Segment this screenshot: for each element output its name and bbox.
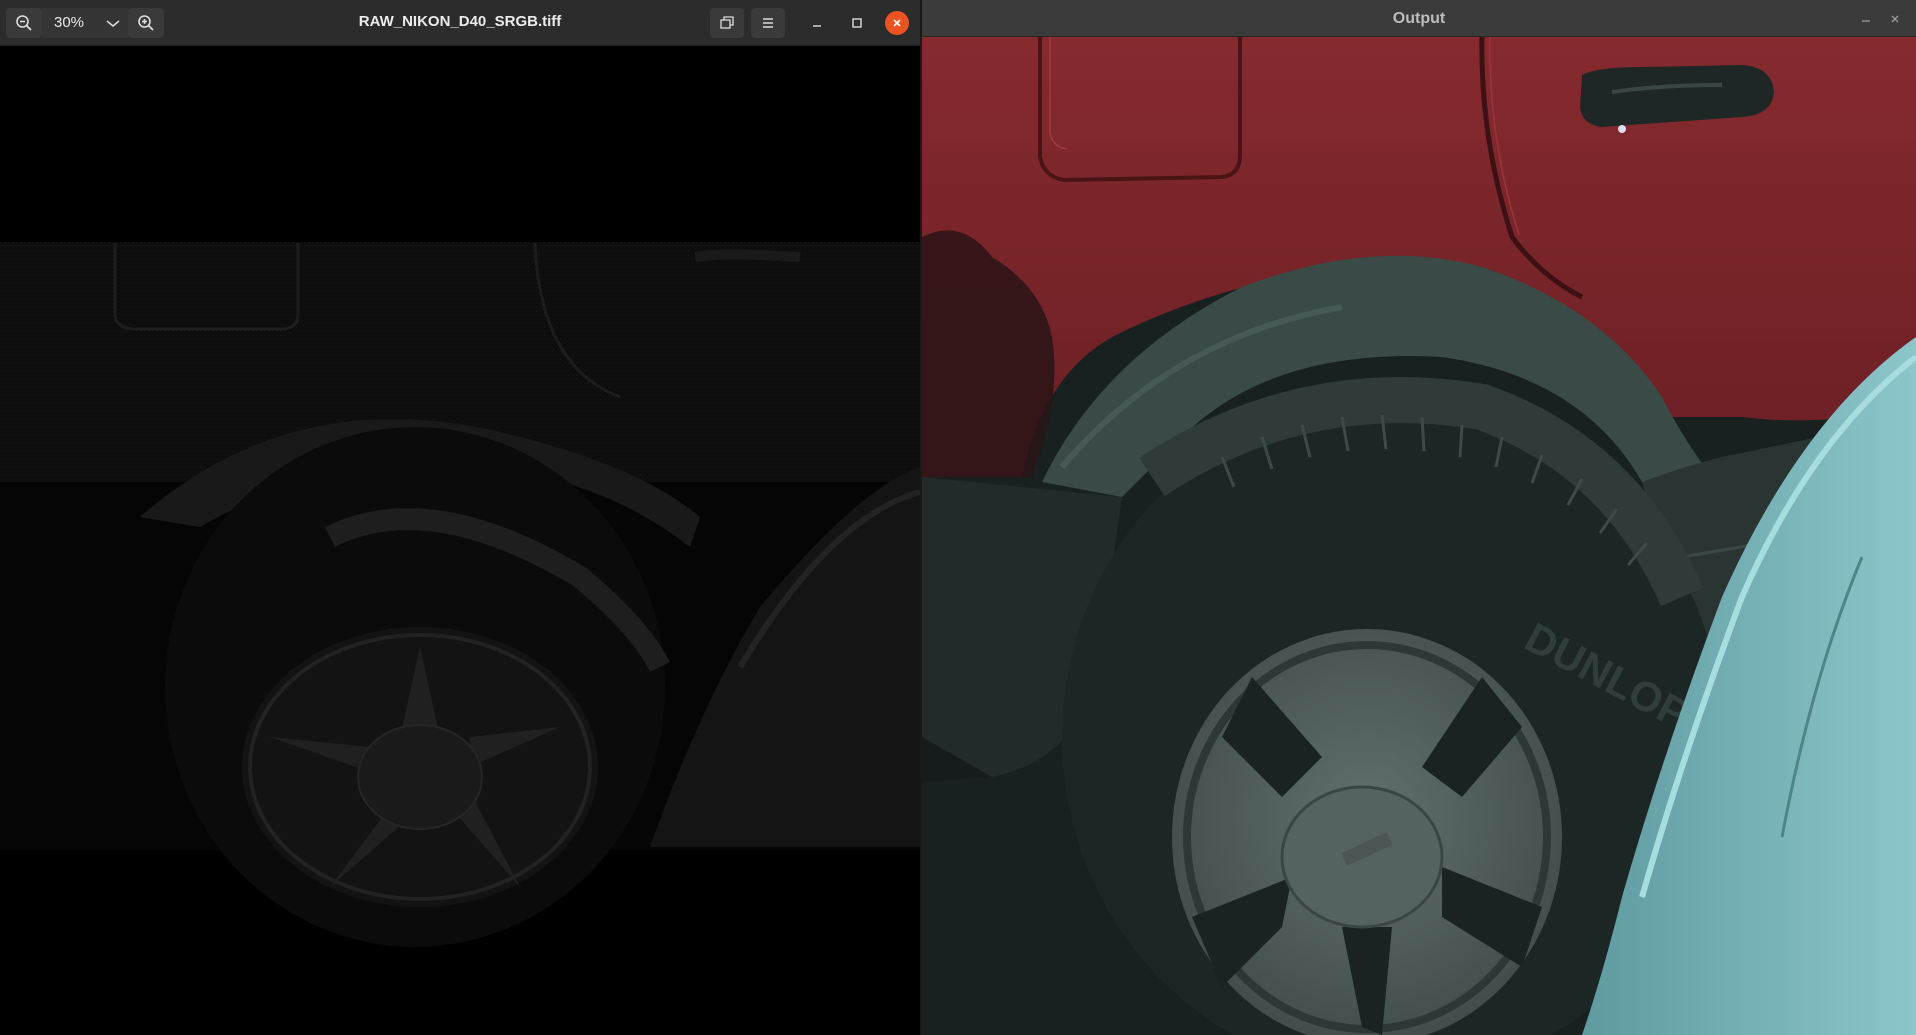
minimize-icon bbox=[1862, 20, 1870, 22]
zoom-in-icon bbox=[138, 15, 154, 31]
maximize-button[interactable] bbox=[845, 11, 869, 35]
car-photo: DUNLOP bbox=[922, 36, 1916, 1035]
image-canvas[interactable] bbox=[0, 47, 920, 1035]
raw-image bbox=[0, 242, 920, 947]
window-title: RAW_NIKON_D40_SRGB.tiff bbox=[358, 13, 562, 30]
minimize-button[interactable] bbox=[805, 11, 829, 35]
zoom-in-button[interactable] bbox=[128, 8, 164, 38]
close-icon bbox=[1891, 15, 1899, 23]
output-minimize-button[interactable] bbox=[1855, 8, 1877, 30]
zoom-level-value: 30% bbox=[54, 14, 85, 31]
maximize-icon bbox=[852, 18, 862, 28]
minimize-icon bbox=[813, 25, 821, 27]
hamburger-menu-icon bbox=[763, 18, 773, 28]
output-window-title: Output bbox=[1392, 10, 1446, 27]
zoom-level-selector[interactable]: 30% bbox=[42, 8, 128, 38]
output-header-bar: Output bbox=[922, 0, 1916, 37]
output-image: DUNLOP bbox=[922, 36, 1916, 1035]
close-button[interactable] bbox=[885, 11, 909, 35]
close-icon bbox=[893, 19, 901, 27]
zoom-out-icon bbox=[16, 15, 32, 31]
output-window: Output DUNLOP bbox=[922, 0, 1916, 1035]
output-close-button[interactable] bbox=[1884, 8, 1906, 30]
restore-button[interactable] bbox=[710, 8, 744, 38]
menu-button[interactable] bbox=[751, 8, 785, 38]
zoom-out-button[interactable] bbox=[6, 8, 42, 38]
viewer-header-bar: 30% RAW_NIKON_D40_SRGB.tiff bbox=[0, 0, 920, 46]
image-viewer-window: 30% RAW_NIKON_D40_SRGB.tiff bbox=[0, 0, 920, 1035]
restore-window-icon bbox=[720, 16, 734, 29]
chevron-down-icon bbox=[106, 20, 120, 27]
